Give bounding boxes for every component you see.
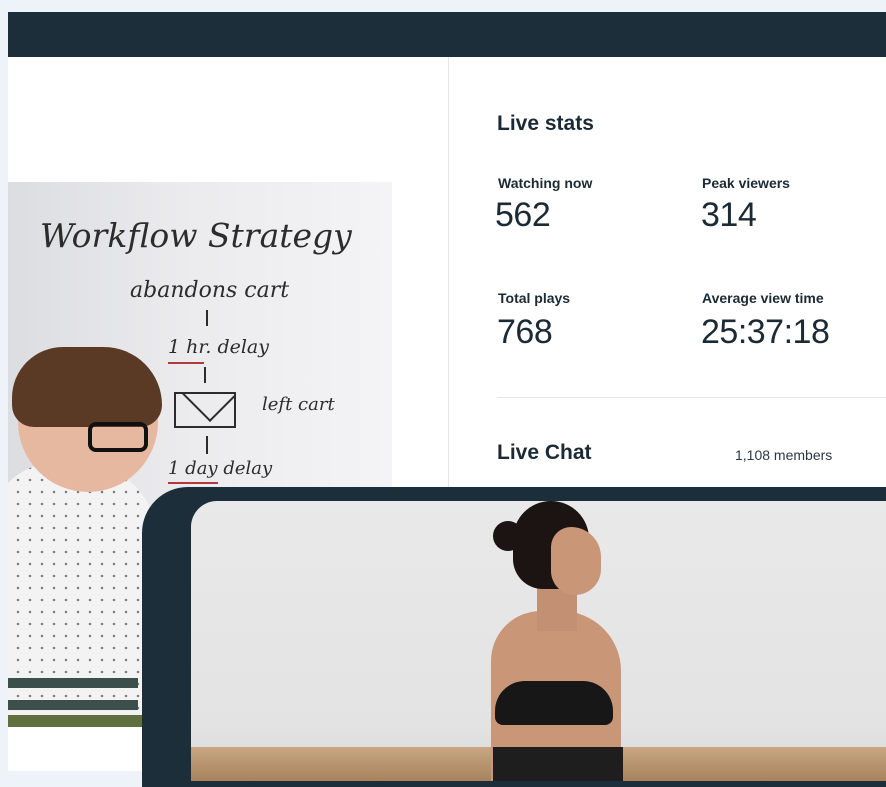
- glasses-icon: [88, 422, 148, 452]
- stat-value-total-plays: 768: [497, 313, 553, 351]
- whiteboard-connector: [206, 310, 208, 326]
- grass-strip: [8, 715, 158, 727]
- stat-label-average-view-time: Average view time: [702, 290, 824, 306]
- live-chat-title: Live Chat: [497, 441, 592, 464]
- whiteboard-text-day-delay: 1 day delay: [168, 458, 273, 479]
- whiteboard-underline: [168, 362, 204, 364]
- whiteboard-text-left-cart: left cart: [262, 394, 335, 415]
- stat-label-peak-viewers: Peak viewers: [702, 175, 790, 191]
- woman-sports-top: [495, 681, 613, 725]
- photo-stripe: [8, 678, 138, 688]
- envelope-icon: [174, 392, 236, 428]
- whiteboard-connector: [204, 367, 206, 383]
- woman-pants: [493, 747, 623, 781]
- live-stats-title: Live stats: [497, 112, 594, 135]
- stat-label-watching-now: Watching now: [498, 175, 593, 191]
- stat-value-average-view-time: 25:37:18: [701, 313, 830, 351]
- stat-value-watching-now: 562: [495, 196, 551, 234]
- whiteboard-text-abandons: abandons cart: [130, 278, 290, 303]
- live-video-player[interactable]: [191, 501, 886, 781]
- photo-stripe: [8, 700, 138, 710]
- man-hair: [12, 347, 162, 427]
- whiteboard-text-hour-delay: 1 hr. delay: [168, 336, 269, 358]
- whiteboard-underline: [168, 482, 218, 484]
- chat-member-count: 1,108 members: [735, 447, 833, 463]
- stat-value-peak-viewers: 314: [701, 196, 757, 234]
- stats-divider: [497, 397, 886, 398]
- top-bar: [8, 12, 886, 57]
- whiteboard-connector: [206, 436, 208, 454]
- stat-label-total-plays: Total plays: [498, 290, 571, 306]
- woman-hair-bun: [493, 521, 523, 551]
- whiteboard-text-title: Workflow Strategy: [40, 216, 352, 255]
- woman-face: [551, 527, 601, 595]
